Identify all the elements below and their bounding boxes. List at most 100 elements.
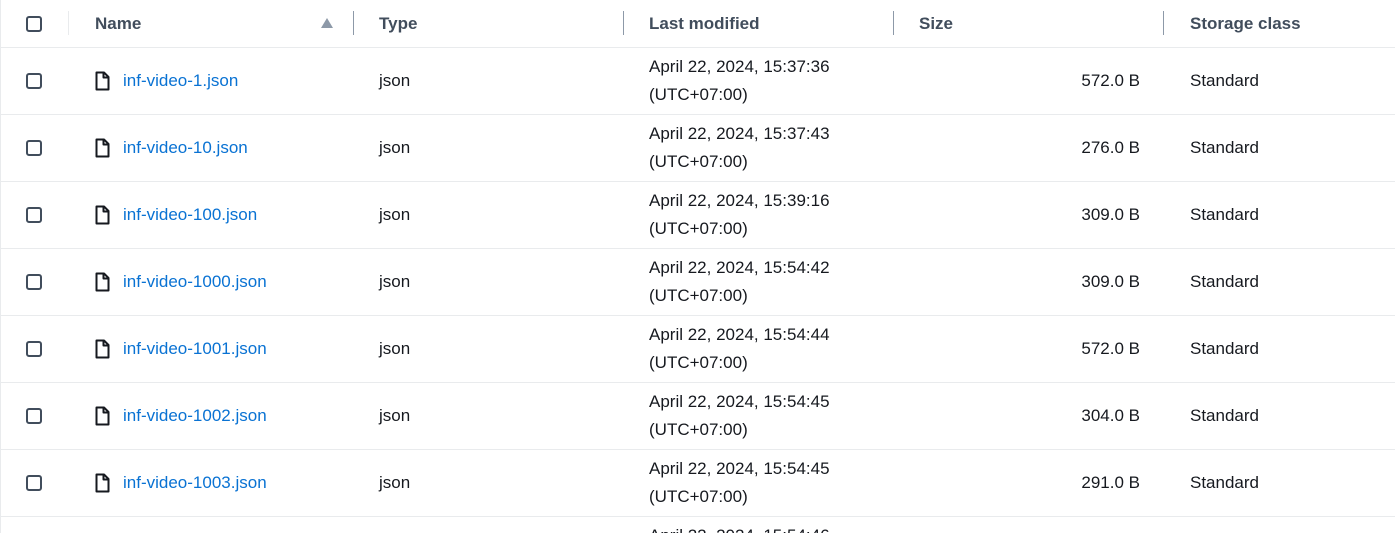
storage-class-cell: Standard xyxy=(1190,115,1259,181)
storage-class: Standard xyxy=(1190,339,1259,358)
object-name-link[interactable]: inf-video-1003.json xyxy=(123,473,267,493)
column-header-last-modified-label: Last modified xyxy=(649,13,760,33)
object-name-link[interactable]: inf-video-1000.json xyxy=(123,272,267,292)
last-modified-cell: April 22, 2024, 15:54:45 (UTC+07:00) xyxy=(649,450,830,516)
row-select-cell xyxy=(26,249,46,315)
object-type: json xyxy=(379,138,411,157)
object-name-link[interactable]: inf-video-1001.json xyxy=(123,339,267,359)
object-type-cell: json xyxy=(379,115,410,181)
storage-class-cell: Standard xyxy=(1190,383,1259,449)
storage-class-cell: Standard xyxy=(1190,316,1259,382)
object-size: 309.0 B xyxy=(1081,205,1140,224)
sort-ascending-icon[interactable] xyxy=(321,18,333,28)
storage-class: Standard xyxy=(1190,406,1259,425)
last-modified-date: April 22, 2024, 15:54:42 xyxy=(649,258,830,277)
table-row: inf-video-1000.json json April 22, 2024,… xyxy=(1,249,1395,316)
row-select-cell xyxy=(26,48,46,114)
row-select-cell xyxy=(26,182,46,248)
object-type-cell: json xyxy=(379,48,410,114)
object-type-cell: json xyxy=(379,450,410,516)
column-header-storage-class[interactable]: Storage class xyxy=(1190,0,1301,47)
object-size: 304.0 B xyxy=(1081,406,1140,425)
object-type-cell: json xyxy=(379,182,410,248)
storage-class: Standard xyxy=(1190,272,1259,291)
column-header-last-modified[interactable]: Last modified xyxy=(649,0,760,47)
column-resizer[interactable] xyxy=(1163,11,1164,35)
column-header-type[interactable]: Type xyxy=(379,0,417,47)
object-type: json xyxy=(379,272,411,291)
object-type: json xyxy=(379,473,411,492)
column-header-size-label: Size xyxy=(919,13,954,33)
file-icon xyxy=(95,71,110,91)
row-checkbox[interactable] xyxy=(26,140,42,156)
file-icon xyxy=(95,339,110,359)
last-modified-date: April 22, 2024, 15:37:36 xyxy=(649,57,830,76)
object-size-cell: 572.0 B xyxy=(919,316,1140,382)
table-header: Name Type Last modified Size Storage cla… xyxy=(1,0,1395,48)
storage-class-cell: Standard xyxy=(1190,249,1259,315)
column-header-type-label: Type xyxy=(379,13,418,33)
row-checkbox[interactable] xyxy=(26,408,42,424)
last-modified-date: April 22, 2024, 15:54:45 xyxy=(649,392,830,411)
select-all-cell xyxy=(26,0,46,47)
column-resizer[interactable] xyxy=(353,11,354,35)
row-checkbox[interactable] xyxy=(26,341,42,357)
column-header-name[interactable]: Name xyxy=(95,0,345,47)
last-modified-cell: April 22, 2024, 15:54:45 (UTC+07:00) xyxy=(649,383,830,449)
column-header-size[interactable]: Size xyxy=(919,0,1140,47)
file-icon xyxy=(95,406,110,426)
object-name-cell: inf-video-1000.json xyxy=(95,249,267,315)
object-size: 572.0 B xyxy=(1081,71,1140,90)
object-name-link[interactable]: inf-video-1002.json xyxy=(123,406,267,426)
row-checkbox[interactable] xyxy=(26,274,42,290)
object-type: json xyxy=(379,71,411,90)
last-modified-timezone: (UTC+07:00) xyxy=(649,353,748,372)
last-modified-cell: April 22, 2024, 15:37:36 (UTC+07:00) xyxy=(649,48,830,114)
storage-class-cell: Standard xyxy=(1190,182,1259,248)
file-icon xyxy=(95,138,110,158)
object-type: json xyxy=(379,339,411,358)
object-size: 309.0 B xyxy=(1081,272,1140,291)
object-name-cell: inf-video-1.json xyxy=(95,48,238,114)
last-modified-date: April 22, 2024, 15:37:43 xyxy=(649,124,830,143)
object-type: json xyxy=(379,205,411,224)
column-header-name-label: Name xyxy=(95,13,142,33)
object-name-link[interactable]: inf-video-1.json xyxy=(123,71,238,91)
object-size: 291.0 B xyxy=(1081,473,1140,492)
object-name-cell: inf-video-1001.json xyxy=(95,316,267,382)
column-resizer[interactable] xyxy=(623,11,624,35)
select-all-checkbox[interactable] xyxy=(26,15,42,32)
file-icon xyxy=(95,473,110,493)
object-size-cell: 309.0 B xyxy=(919,249,1140,315)
object-size: 572.0 B xyxy=(1081,339,1140,358)
objects-table: Name Type Last modified Size Storage cla… xyxy=(0,0,1395,533)
last-modified-date: April 22, 2024, 15:54:45 xyxy=(649,459,830,478)
column-divider xyxy=(68,11,69,35)
column-resizer[interactable] xyxy=(893,11,894,35)
row-checkbox[interactable] xyxy=(26,207,42,223)
object-name-link[interactable]: inf-video-100.json xyxy=(123,205,257,225)
row-select-cell xyxy=(26,316,46,382)
last-modified-timezone: (UTC+07:00) xyxy=(649,152,748,171)
storage-class: Standard xyxy=(1190,138,1259,157)
row-checkbox[interactable] xyxy=(26,475,42,491)
row-checkbox[interactable] xyxy=(26,73,42,89)
table-row: inf-video-1.json json April 22, 2024, 15… xyxy=(1,48,1395,115)
storage-class: Standard xyxy=(1190,473,1259,492)
object-name-cell: inf-video-1002.json xyxy=(95,383,267,449)
last-modified-cell: April 22, 2024, 15:37:43 (UTC+07:00) xyxy=(649,115,830,181)
object-name-cell: inf-video-100.json xyxy=(95,182,257,248)
object-name-link[interactable]: inf-video-10.json xyxy=(123,138,248,158)
last-modified-cell: April 22, 2024, 15:54:44 (UTC+07:00) xyxy=(649,316,830,382)
row-select-cell xyxy=(26,450,46,516)
object-size: 276.0 B xyxy=(1081,138,1140,157)
last-modified-timezone: (UTC+07:00) xyxy=(649,420,748,439)
table-row: inf-video-1003.json json April 22, 2024,… xyxy=(1,450,1395,517)
column-header-storage-class-label: Storage class xyxy=(1190,13,1301,33)
last-modified-timezone: (UTC+07:00) xyxy=(649,487,748,506)
object-name-cell: inf-video-10.json xyxy=(95,115,248,181)
object-type: json xyxy=(379,406,411,425)
last-modified-cell: April 22, 2024, 15:54:42 (UTC+07:00) xyxy=(649,249,830,315)
table-row: inf-video-1002.json json April 22, 2024,… xyxy=(1,383,1395,450)
last-modified-timezone: (UTC+07:00) xyxy=(649,85,748,104)
